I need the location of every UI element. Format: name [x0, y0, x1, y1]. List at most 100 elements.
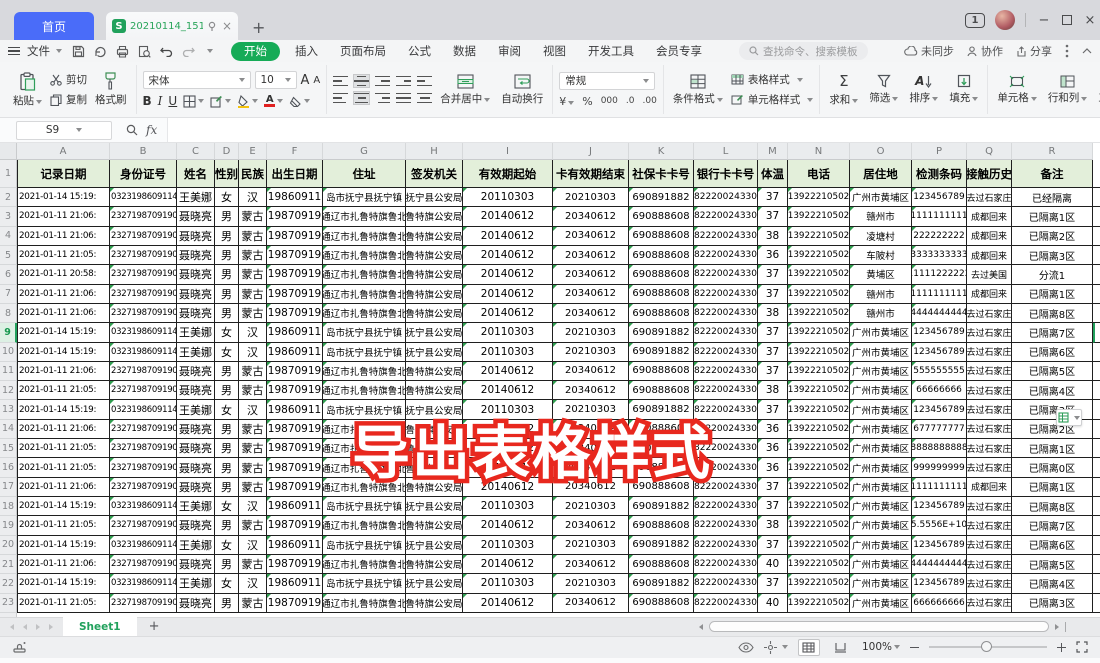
cell[interactable]: 690891882: [629, 188, 694, 207]
cell[interactable]: 20340612: [553, 420, 629, 439]
cell[interactable]: 汉: [239, 574, 267, 593]
cell[interactable]: 女: [215, 400, 239, 419]
cell[interactable]: 男: [215, 246, 239, 265]
undo-icon[interactable]: [160, 45, 173, 57]
more-menu-icon[interactable]: [1065, 44, 1069, 58]
cell[interactable]: 女: [215, 323, 239, 342]
column-header-G[interactable]: G: [323, 143, 406, 160]
cell[interactable]: 2021-01-11 21:06:: [17, 207, 110, 226]
cell[interactable]: 20210303: [553, 188, 629, 207]
cell[interactable]: [1093, 555, 1100, 574]
fill-button[interactable]: 填充: [946, 74, 981, 105]
cell[interactable]: 鲁特旗公安局: [406, 439, 463, 458]
cell[interactable]: [1093, 343, 1100, 362]
cell[interactable]: 成都回来: [967, 246, 1012, 265]
cell[interactable]: 有效期起始: [463, 160, 553, 188]
cell[interactable]: 已隔离7区: [1012, 516, 1093, 535]
tab-review[interactable]: 审阅: [487, 40, 532, 62]
cell[interactable]: 690888608: [629, 381, 694, 400]
cell[interactable]: 已隔离5区: [1012, 362, 1093, 381]
cell[interactable]: 去过石家庄: [967, 594, 1012, 613]
quick-style-button[interactable]: [1056, 409, 1082, 426]
cell[interactable]: 36: [758, 439, 788, 458]
row-header[interactable]: 15: [0, 439, 17, 458]
row-header[interactable]: 7: [0, 285, 17, 304]
cell[interactable]: 13922210502: [788, 323, 850, 342]
cell[interactable]: 23271987091900: [110, 478, 177, 497]
cell[interactable]: 去过石家庄: [967, 400, 1012, 419]
cell[interactable]: 住址: [323, 160, 406, 188]
cell[interactable]: 6822200243305: [694, 497, 758, 516]
prev-sheet-icon[interactable]: [23, 624, 27, 630]
cell[interactable]: 23271987091900: [110, 265, 177, 284]
maximize-button[interactable]: [1062, 15, 1072, 25]
cell[interactable]: 成都回来: [967, 227, 1012, 246]
cell[interactable]: 居住地: [850, 160, 912, 188]
cell[interactable]: 广州市黄埔区: [850, 574, 912, 593]
cell[interactable]: 汉: [239, 323, 267, 342]
increase-decimal-icon[interactable]: .0: [626, 96, 635, 106]
cell[interactable]: 性别: [215, 160, 239, 188]
cell[interactable]: [1093, 246, 1100, 265]
cell[interactable]: 20340612: [553, 207, 629, 226]
cell[interactable]: 去过石家庄: [967, 420, 1012, 439]
decrease-indent-icon[interactable]: [396, 75, 411, 87]
command-search[interactable]: 查找命令、搜索模板: [739, 42, 868, 60]
cell[interactable]: 女: [215, 497, 239, 516]
cell[interactable]: 19860911: [267, 574, 323, 593]
column-header-E[interactable]: E: [239, 143, 267, 160]
cell[interactable]: 已隔离8区: [1012, 304, 1093, 323]
cell[interactable]: 20340612: [553, 304, 629, 323]
cell[interactable]: 抚宁县公安局: [406, 188, 463, 207]
cell[interactable]: 王美娜: [177, 400, 215, 419]
cell[interactable]: 蒙古: [239, 478, 267, 497]
cell[interactable]: 6822200243300: [694, 555, 758, 574]
bold-button[interactable]: B: [143, 94, 152, 108]
cell[interactable]: 123456789: [912, 574, 967, 593]
cell[interactable]: 蒙古: [239, 246, 267, 265]
cell[interactable]: 23271987091900: [110, 246, 177, 265]
cell[interactable]: 通辽市扎鲁特旗鲁北: [323, 227, 406, 246]
cell[interactable]: 37: [758, 497, 788, 516]
last-sheet-icon[interactable]: [49, 624, 53, 630]
status-stamp-icon[interactable]: [12, 640, 27, 654]
cell[interactable]: 690888608: [629, 362, 694, 381]
cell[interactable]: 广州市黄埔区: [850, 478, 912, 497]
cell[interactable]: 13922210502: [788, 555, 850, 574]
distribute-icon[interactable]: [417, 92, 432, 104]
cell[interactable]: 20340612: [553, 458, 629, 477]
cell[interactable]: 去过石家庄: [967, 497, 1012, 516]
cell[interactable]: [1093, 458, 1100, 477]
cell[interactable]: 19870919: [267, 516, 323, 535]
cell[interactable]: 6822200243300: [694, 594, 758, 613]
tab-home[interactable]: 开始: [231, 42, 280, 61]
cell[interactable]: 岛市抚宁县抚宁镇: [323, 188, 406, 207]
first-sheet-icon[interactable]: [10, 624, 14, 630]
cell[interactable]: 1111111111: [912, 207, 967, 226]
cell[interactable]: 20340612: [553, 555, 629, 574]
cell[interactable]: 690891882: [629, 343, 694, 362]
cell[interactable]: 成都回来: [967, 285, 1012, 304]
cell[interactable]: 38: [758, 304, 788, 323]
cell[interactable]: 2021-01-11 20:58:: [17, 265, 110, 284]
cell[interactable]: [1093, 285, 1100, 304]
cell[interactable]: 690888608: [629, 420, 694, 439]
cell[interactable]: 690888608: [629, 458, 694, 477]
cell[interactable]: [1093, 516, 1100, 535]
row-header[interactable]: 12: [0, 381, 17, 400]
cell[interactable]: 123456789: [912, 188, 967, 207]
cell[interactable]: 2021-01-14 15:19:: [17, 400, 110, 419]
next-sheet-icon[interactable]: [36, 624, 40, 630]
column-header-N[interactable]: N: [788, 143, 850, 160]
cell[interactable]: 已隔离3区: [1012, 246, 1093, 265]
cell[interactable]: 成都回来: [967, 478, 1012, 497]
cell[interactable]: 男: [215, 381, 239, 400]
cell[interactable]: 20340612: [553, 265, 629, 284]
cell[interactable]: 鲁特旗公安局: [406, 227, 463, 246]
cell[interactable]: 20210303: [553, 536, 629, 555]
cell[interactable]: 抚宁县公安局: [406, 536, 463, 555]
cell[interactable]: 去过石家庄: [967, 574, 1012, 593]
column-header-F[interactable]: F: [267, 143, 323, 160]
cell[interactable]: 690891882: [629, 536, 694, 555]
number-format-select[interactable]: 常规: [559, 72, 655, 90]
